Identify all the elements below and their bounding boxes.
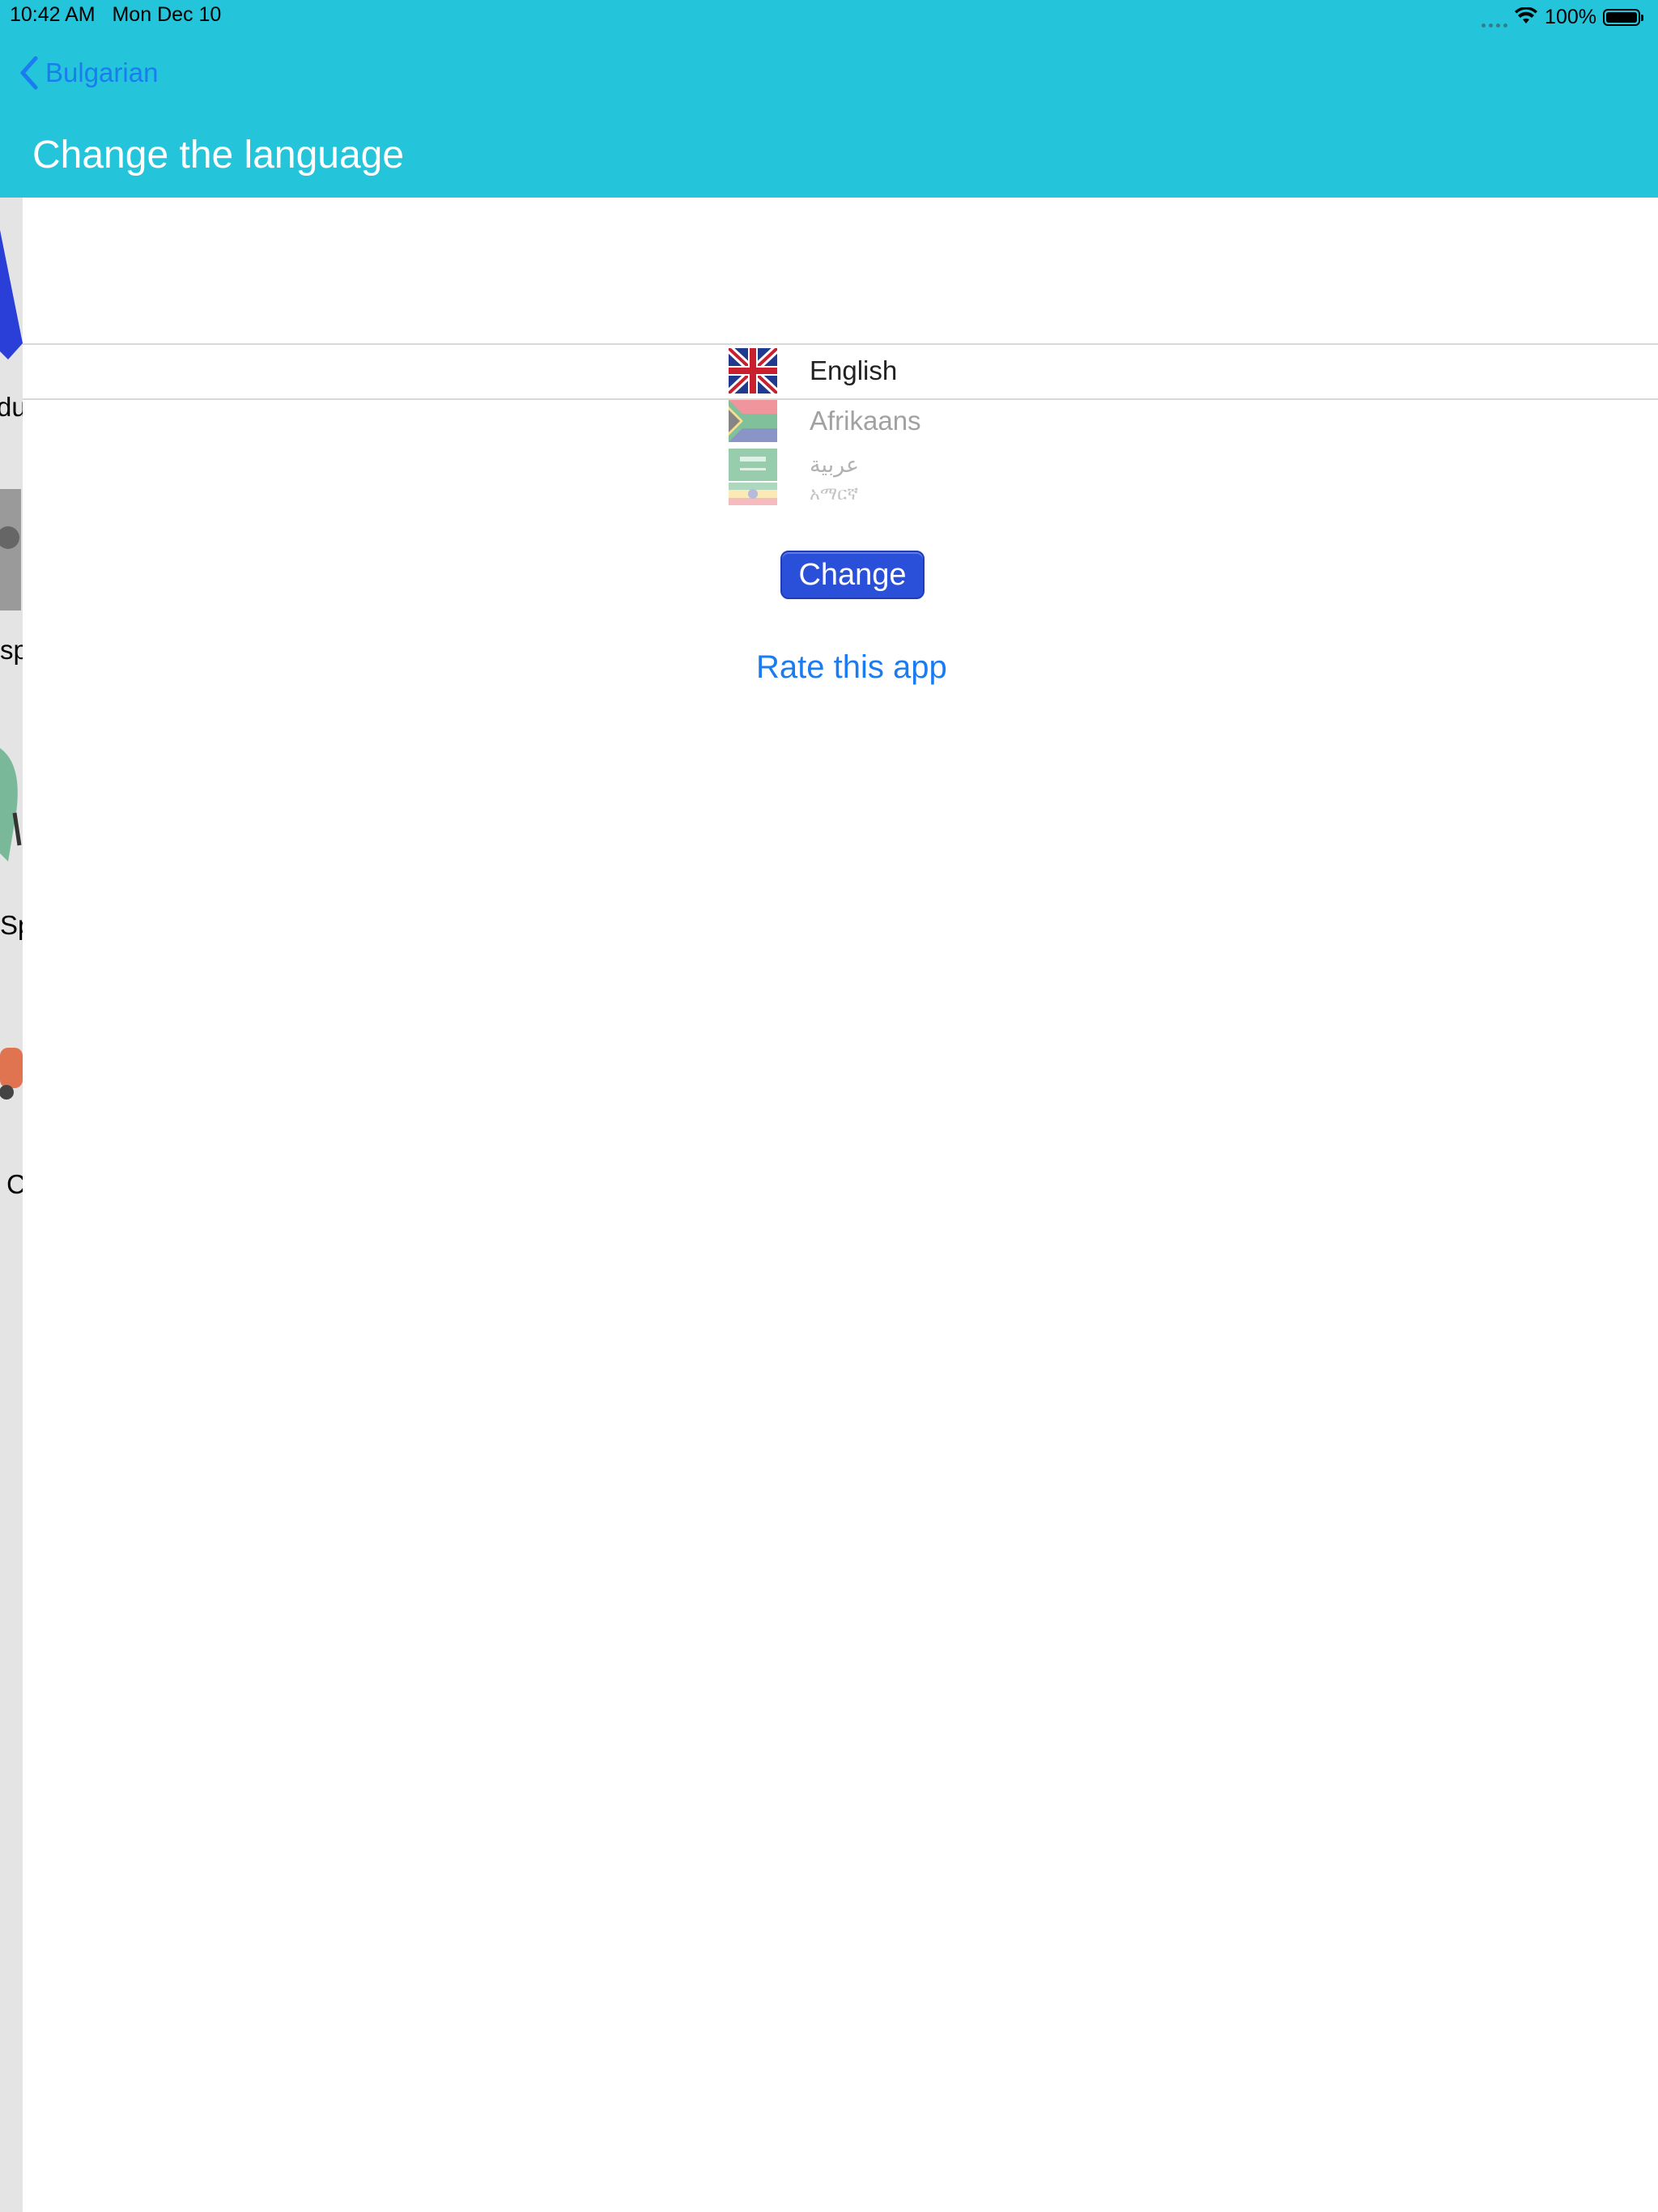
category-label-1: du bbox=[0, 392, 23, 422]
back-button[interactable]: Bulgarian bbox=[18, 52, 158, 94]
saudi-arabia-flag-icon bbox=[729, 449, 777, 481]
status-time-text: 10:42 AM bbox=[10, 3, 96, 26]
picker-row-afrikaans[interactable]: Afrikaans bbox=[729, 400, 921, 442]
picker-row-english[interactable]: English bbox=[729, 348, 897, 393]
category-image-3 bbox=[0, 748, 22, 861]
picker-top-divider bbox=[23, 343, 1658, 345]
status-indicators: 100% bbox=[1482, 3, 1643, 31]
status-time: 10:42 AM Mon Dec 10 bbox=[10, 3, 221, 27]
south-africa-flag-icon bbox=[729, 400, 777, 442]
battery-percent: 100% bbox=[1545, 5, 1596, 28]
wifi-icon bbox=[1515, 7, 1538, 23]
language-label-amharic: አማርኛ bbox=[810, 483, 859, 504]
category-image-4 bbox=[0, 1048, 23, 1100]
back-button-label: Bulgarian bbox=[45, 57, 159, 87]
main-content: English Afrikaans عربية አማርኛ Change Rate… bbox=[23, 198, 1658, 2212]
header: 10:42 AM Mon Dec 10 100% Bulgarian Chang… bbox=[0, 0, 1658, 198]
signal-icon bbox=[1482, 6, 1508, 28]
chevron-left-icon bbox=[20, 56, 38, 90]
language-picker[interactable]: English Afrikaans عربية አማርኛ bbox=[23, 198, 1658, 521]
ethiopia-flag-icon bbox=[729, 483, 777, 505]
category-label-4: C bbox=[6, 1169, 23, 1199]
language-label-afrikaans: Afrikaans bbox=[810, 406, 921, 436]
language-label-english: English bbox=[810, 355, 898, 385]
change-button[interactable]: Change bbox=[780, 551, 925, 599]
rate-app-link[interactable]: Rate this app bbox=[756, 649, 947, 686]
category-image-1 bbox=[0, 230, 23, 359]
uk-flag-icon bbox=[729, 348, 777, 393]
picker-row-arabic[interactable]: عربية bbox=[729, 449, 859, 481]
category-label-3: Sp bbox=[0, 910, 23, 940]
category-label-2: sp bbox=[0, 635, 23, 665]
background-panel: du sp Sp C bbox=[0, 198, 23, 2212]
battery-icon bbox=[1603, 8, 1643, 26]
language-label-arabic: عربية bbox=[810, 452, 860, 477]
category-image-2 bbox=[0, 489, 21, 610]
picker-row-amharic[interactable]: አማርኛ bbox=[729, 483, 858, 505]
page-title: Change the language bbox=[32, 134, 405, 177]
status-date-text: Mon Dec 10 bbox=[112, 3, 222, 26]
